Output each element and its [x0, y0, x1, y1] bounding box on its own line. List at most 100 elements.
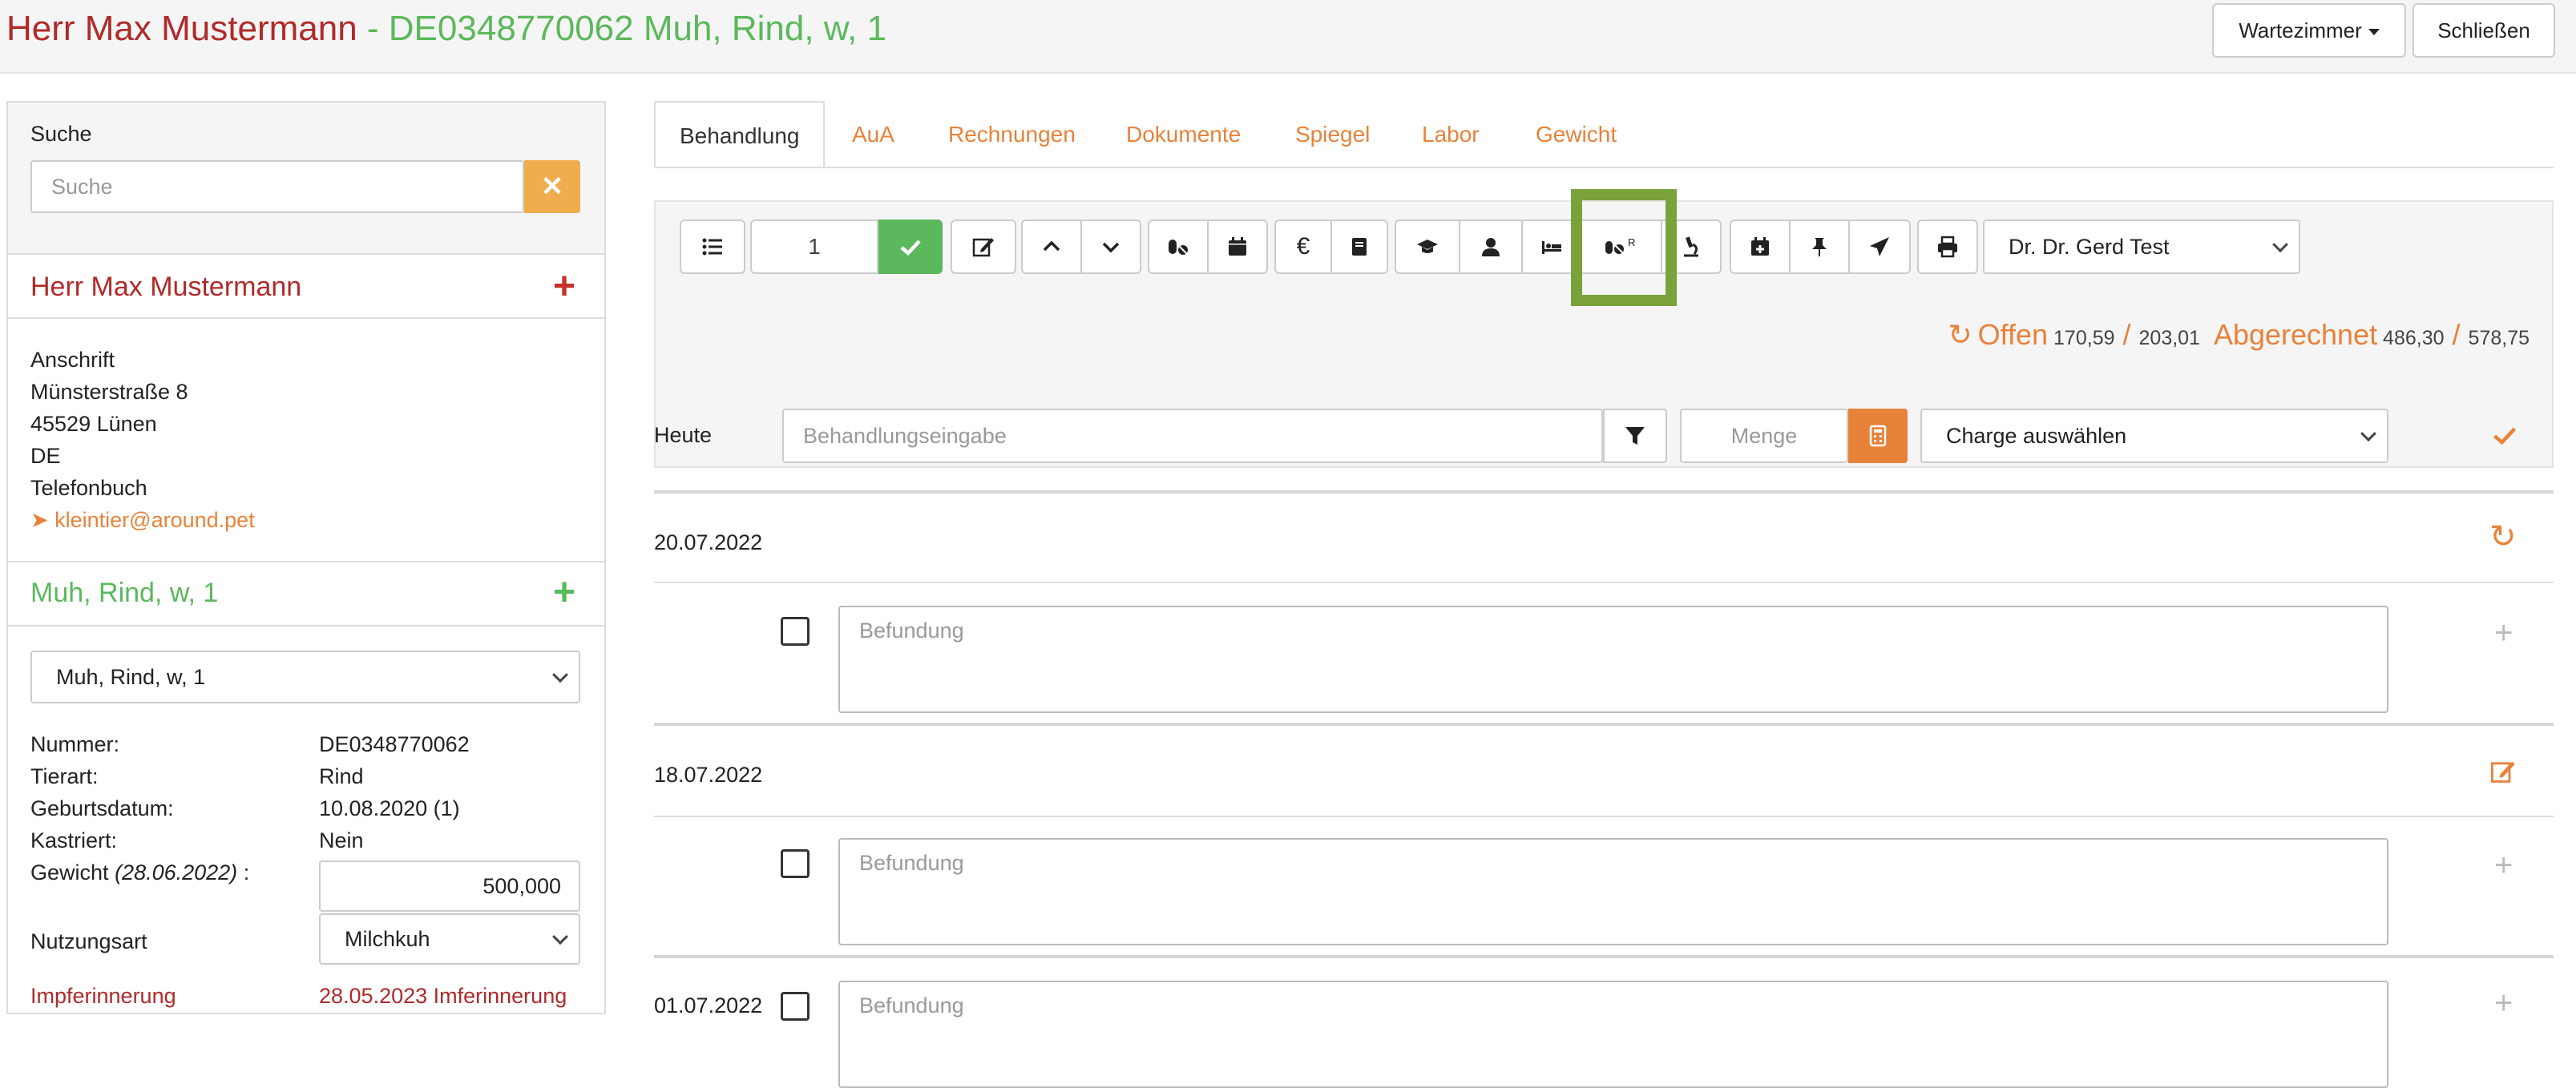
- record-checkbox[interactable]: [781, 849, 810, 878]
- book-button[interactable]: [1330, 220, 1388, 274]
- add-plus-icon[interactable]: +: [2494, 849, 2513, 881]
- chevron-up-icon: [1043, 240, 1060, 252]
- tierart-value: Rind: [319, 764, 364, 788]
- search-input[interactable]: Suche: [30, 160, 524, 213]
- edit-icon: [972, 238, 994, 257]
- microscope-button[interactable]: [1661, 220, 1722, 274]
- doctor-select[interactable]: Dr. Dr. Gerd Test: [1983, 220, 2300, 274]
- calendar-button[interactable]: [1207, 220, 1268, 274]
- title-separator: -: [357, 9, 389, 48]
- edit-icon[interactable]: [2489, 758, 2517, 785]
- calendar-plus-icon: [1751, 237, 1769, 256]
- doctor-select-value: Dr. Dr. Gerd Test: [2009, 234, 2170, 259]
- pills-icon: [1169, 240, 1188, 255]
- befundung-textarea[interactable]: Befundung: [838, 981, 2388, 1088]
- list-button[interactable]: [680, 220, 745, 274]
- animal-select[interactable]: Muh, Rind, w, 1: [30, 651, 580, 703]
- record-checkbox[interactable]: [781, 992, 810, 1021]
- animal-select-value: Muh, Rind, w, 1: [56, 664, 206, 689]
- calendar-icon: [1229, 237, 1246, 256]
- tab-gewicht[interactable]: Gewicht: [1536, 101, 1617, 168]
- add-plus-icon[interactable]: +: [2494, 617, 2513, 649]
- charge-select[interactable]: Charge auswählen: [1920, 409, 2388, 463]
- close-button[interactable]: Schließen: [2412, 3, 2555, 58]
- print-icon: [1938, 236, 1957, 258]
- tab-spiegel[interactable]: Spiegel: [1295, 101, 1370, 168]
- pills-prescription-icon: R: [1605, 236, 1635, 254]
- chevron-down-icon: [552, 929, 568, 945]
- address-country: DE: [30, 444, 61, 468]
- send-button[interactable]: [1848, 220, 1911, 274]
- nummer-label: Nummer:: [30, 732, 120, 756]
- refresh-icon[interactable]: ↻: [2489, 521, 2517, 553]
- pin-button[interactable]: [1789, 220, 1850, 274]
- kastriert-label: Kastriert:: [30, 828, 118, 852]
- chevron-down-icon: [1102, 242, 1120, 253]
- save-check-icon[interactable]: [2491, 421, 2518, 449]
- confirm-button[interactable]: [878, 220, 943, 274]
- tab-aua[interactable]: AuA: [852, 101, 894, 168]
- divider: [8, 561, 604, 562]
- euro-button[interactable]: €: [1274, 220, 1332, 274]
- filter-icon: [1625, 427, 1645, 445]
- slash: /: [2122, 318, 2131, 351]
- add-owner-plus-icon[interactable]: +: [553, 268, 575, 306]
- nutzungsart-value: Milchkuh: [345, 926, 430, 951]
- check-icon: [900, 240, 921, 256]
- gewicht-label-text: Gewicht: [30, 860, 109, 885]
- divider: [654, 582, 2554, 583]
- clear-search-button[interactable]: ✕: [524, 160, 580, 213]
- gewicht-date: (28.06.2022): [115, 860, 238, 885]
- tab-behandlung[interactable]: Behandlung: [654, 101, 826, 168]
- offen-value-1: 170,59: [2053, 327, 2115, 349]
- befundung-textarea[interactable]: Befundung: [838, 838, 2388, 945]
- offen-label: Offen: [1977, 318, 2049, 351]
- move-down-button[interactable]: [1080, 220, 1141, 274]
- record-checkbox[interactable]: [781, 617, 810, 646]
- paper-plane-icon: ➤: [30, 508, 49, 532]
- today-label: Heute: [654, 423, 713, 447]
- gewicht-colon: :: [237, 860, 250, 885]
- medication-button[interactable]: [1148, 220, 1209, 274]
- patient-sidebar: Suche Suche ✕ Herr Max Mustermann + Ansc…: [6, 101, 606, 1014]
- add-plus-icon[interactable]: +: [2494, 987, 2513, 1019]
- education-button[interactable]: [1395, 220, 1460, 274]
- thumbtack-icon: [1812, 238, 1827, 256]
- add-animal-plus-icon[interactable]: +: [553, 574, 575, 612]
- record-date: 01.07.2022: [654, 993, 763, 1017]
- paper-plane-icon: [1870, 237, 1889, 256]
- befundung-textarea[interactable]: Befundung: [838, 606, 2388, 713]
- prescription-button[interactable]: R: [1581, 220, 1662, 274]
- tab-labor[interactable]: Labor: [1422, 101, 1480, 168]
- bed-button[interactable]: [1521, 220, 1582, 274]
- appointment-button[interactable]: [1730, 220, 1791, 274]
- address-street: Münsterstraße 8: [30, 380, 188, 404]
- print-button[interactable]: [1917, 220, 1978, 274]
- record-date: 20.07.2022: [654, 530, 763, 554]
- wartezimmer-dropdown-button[interactable]: Wartezimmer: [2212, 3, 2406, 58]
- email-link[interactable]: ➤ kleintier@around.pet: [30, 506, 255, 534]
- geburtsdatum-label: Geburtsdatum:: [30, 796, 174, 820]
- divider: [8, 625, 604, 627]
- impferinnerung-value[interactable]: 28.05.2023 Imferinnerung: [319, 982, 567, 1009]
- nutzungsart-select[interactable]: Milchkuh: [319, 913, 580, 965]
- abgerechnet-value-1: 486,30: [2383, 327, 2445, 349]
- list-icon: [702, 238, 722, 256]
- search-label: Suche: [30, 122, 92, 146]
- gewicht-input[interactable]: 500,000: [319, 860, 580, 912]
- page-title: Herr Max Mustermann - DE0348770062 Muh, …: [6, 6, 886, 51]
- filter-button[interactable]: [1603, 409, 1667, 463]
- tab-rechnungen[interactable]: Rechnungen: [948, 101, 1076, 168]
- calculator-button[interactable]: [1848, 409, 1908, 463]
- animal-name: Muh, Rind, w, 1: [30, 578, 219, 608]
- move-up-button[interactable]: [1021, 220, 1082, 274]
- tab-dokumente[interactable]: Dokumente: [1126, 101, 1241, 168]
- slash: /: [2452, 318, 2461, 351]
- refresh-icon[interactable]: ↻: [1948, 318, 1972, 351]
- quantity-input[interactable]: 1: [750, 220, 878, 274]
- menge-input[interactable]: Menge: [1680, 409, 1848, 463]
- treatment-entry-input[interactable]: Behandlungseingabe: [782, 409, 1603, 463]
- wartezimmer-label: Wartezimmer: [2239, 18, 2362, 42]
- person-button[interactable]: [1459, 220, 1523, 274]
- edit-button[interactable]: [951, 220, 1016, 274]
